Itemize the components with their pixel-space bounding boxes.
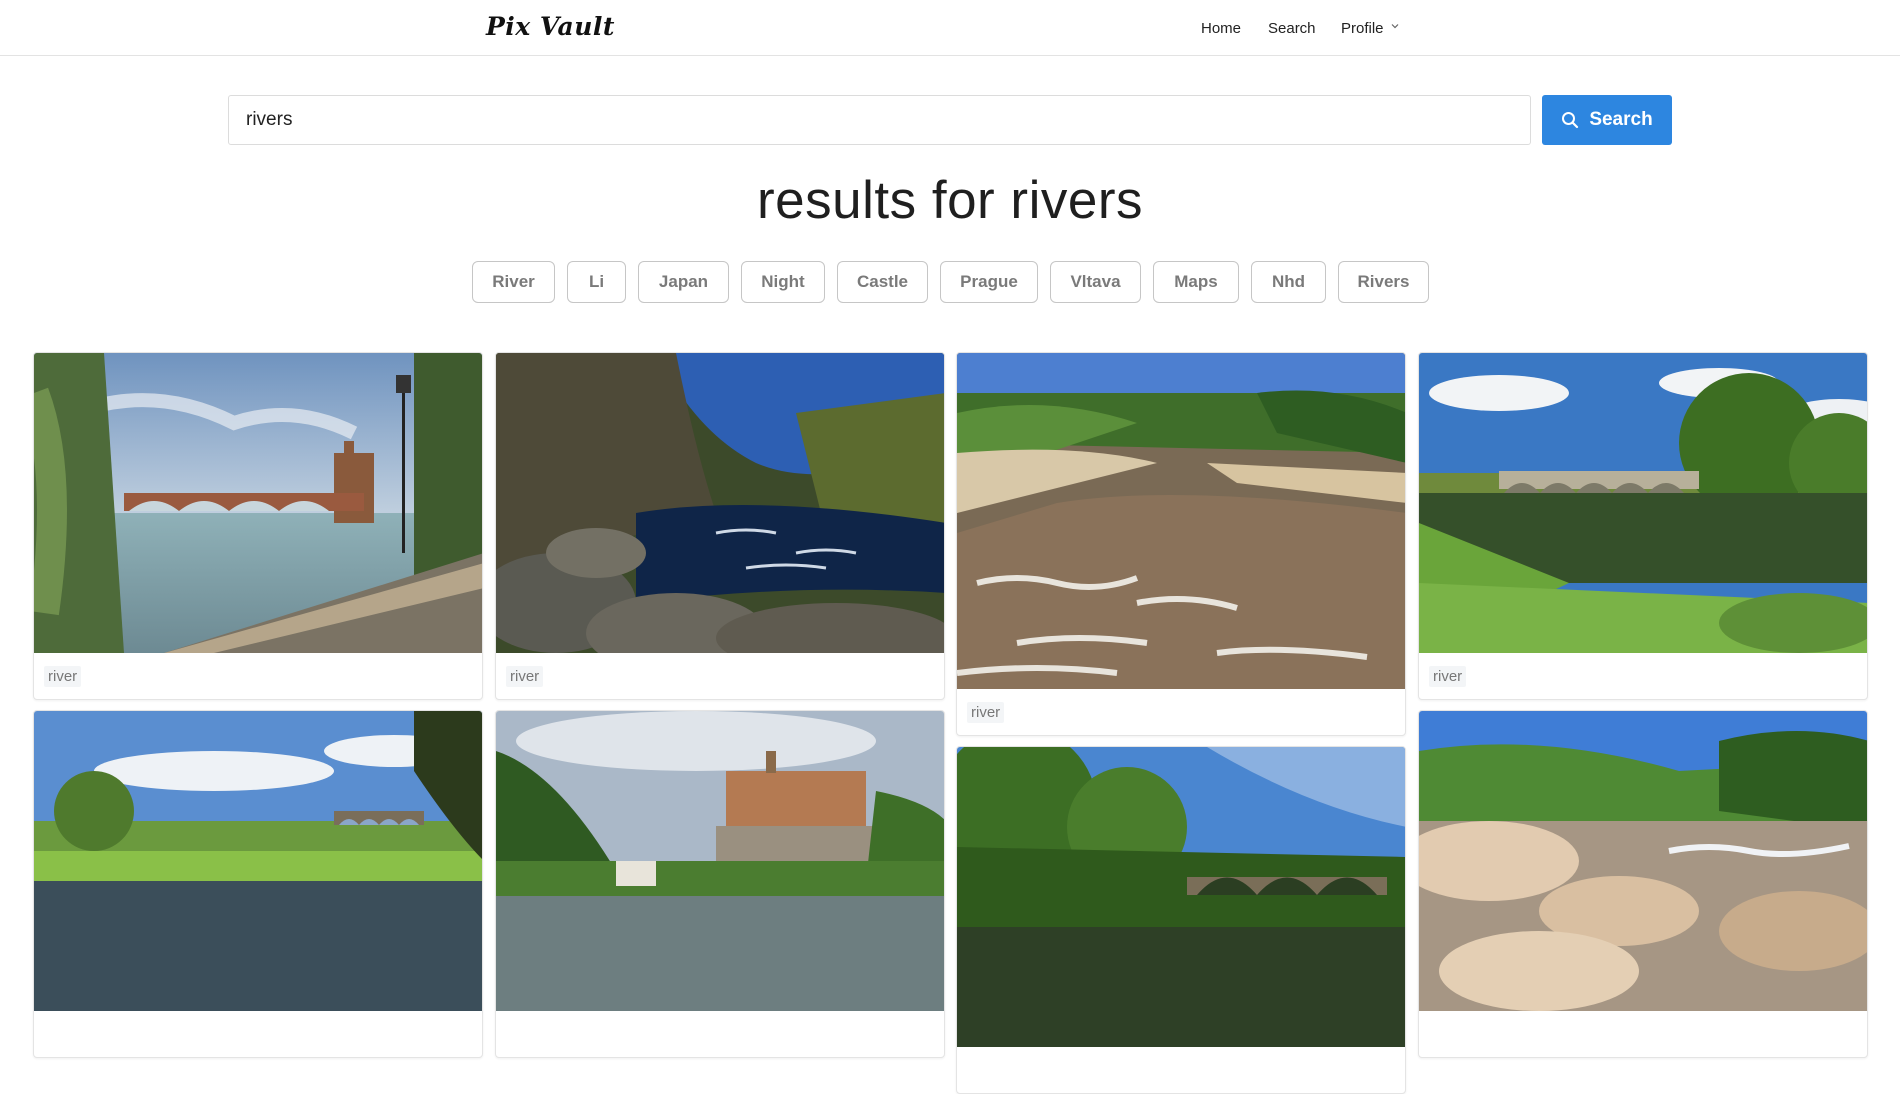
result-photo[interactable] (496, 711, 945, 1011)
page-title: results for rivers (757, 171, 1143, 230)
result-card[interactable] (495, 710, 945, 1058)
result-photo[interactable] (1419, 353, 1868, 653)
result-photo[interactable] (1419, 711, 1868, 1011)
tag-li[interactable]: Li (567, 261, 626, 303)
result-card[interactable]: river (33, 352, 483, 700)
tag-night[interactable]: Night (741, 261, 825, 303)
result-photo[interactable] (957, 747, 1406, 1047)
result-card[interactable] (1418, 710, 1868, 1058)
result-card[interactable] (956, 746, 1406, 1094)
search-input[interactable] (228, 95, 1531, 145)
tag-filter-bar: River Li Japan Night Castle Prague Vltav… (0, 261, 1900, 303)
result-photo[interactable] (34, 353, 483, 653)
tag-nhd[interactable]: Nhd (1251, 261, 1326, 303)
result-photo[interactable] (957, 353, 1406, 689)
result-photo[interactable] (34, 711, 483, 1011)
tag-castle[interactable]: Castle (837, 261, 928, 303)
tag-maps[interactable]: Maps (1153, 261, 1239, 303)
tag-japan[interactable]: Japan (638, 261, 729, 303)
navbar: Pix Vault Home Search Profile (0, 0, 1900, 56)
result-card[interactable]: river (1418, 352, 1868, 700)
tag-river[interactable]: River (472, 261, 555, 303)
nav-search-link[interactable]: Search (1268, 20, 1316, 37)
chevron-down-icon[interactable] (1390, 21, 1400, 31)
result-label[interactable]: river (1429, 666, 1467, 687)
nav-profile-link[interactable]: Profile (1341, 20, 1384, 37)
search-button-label: Search (1589, 109, 1653, 130)
search-icon (1562, 112, 1579, 129)
result-card[interactable]: river (495, 352, 945, 700)
tag-rivers[interactable]: Rivers (1338, 261, 1429, 303)
search-button[interactable]: Search (1542, 95, 1672, 145)
result-label[interactable]: river (506, 666, 544, 687)
result-card[interactable] (33, 710, 483, 1058)
result-label[interactable]: river (967, 702, 1005, 723)
result-card[interactable]: river (956, 352, 1406, 736)
result-photo[interactable] (496, 353, 945, 653)
result-label[interactable]: river (44, 666, 82, 687)
brand-logo[interactable]: Pix Vault (486, 12, 615, 41)
tag-prague[interactable]: Prague (940, 261, 1038, 303)
nav-home-link[interactable]: Home (1201, 20, 1241, 37)
tag-vltava[interactable]: Vltava (1050, 261, 1141, 303)
